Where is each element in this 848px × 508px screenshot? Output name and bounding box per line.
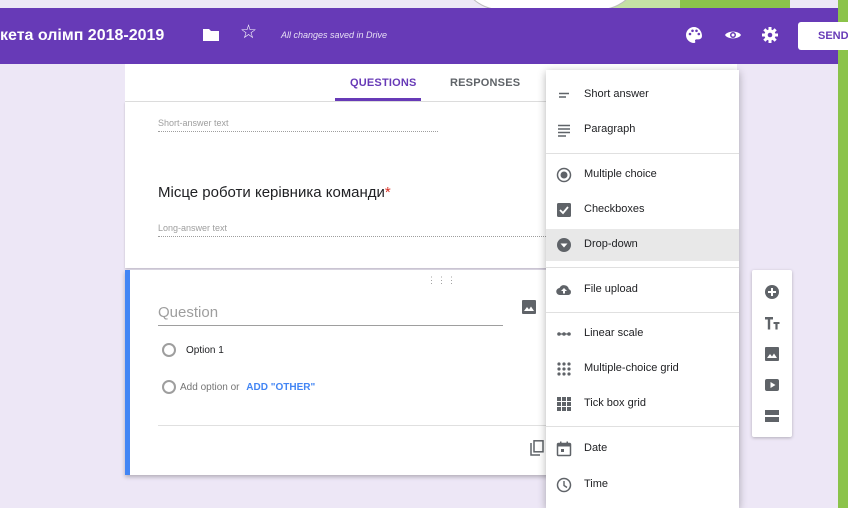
menu-divider	[546, 312, 739, 313]
star-icon[interactable]: ☆	[240, 23, 257, 43]
app-header: кета олімп 2018-2019 ☆ All changes saved…	[0, 8, 848, 64]
menu-divider	[546, 153, 739, 154]
option-1-label[interactable]: Option 1	[186, 345, 224, 356]
menu-item-short-answer[interactable]: Short answer	[546, 79, 739, 111]
menu-item-label: Short answer	[584, 88, 649, 100]
menu-item-label: Tick box grid	[584, 397, 646, 409]
menu-item-file-upload[interactable]: File upload	[546, 274, 739, 306]
add-title-icon[interactable]	[764, 315, 780, 331]
calendar-icon	[556, 441, 572, 457]
add-option-radio	[162, 380, 176, 394]
menu-item-date[interactable]: Date	[546, 433, 739, 465]
dropdown-icon	[557, 238, 571, 252]
dot-grid-icon	[557, 362, 571, 376]
checkbox-icon	[557, 203, 571, 217]
paragraph-icon	[558, 124, 570, 137]
or-text: or	[230, 382, 240, 393]
required-mark: *	[384, 184, 391, 201]
menu-item-label: Multiple choice	[584, 168, 657, 180]
send-button[interactable]: SEND	[798, 22, 848, 50]
active-tab-indicator	[335, 98, 421, 101]
add-section-icon[interactable]	[764, 408, 780, 424]
question-input[interactable]: Question	[158, 304, 503, 326]
clock-icon	[556, 477, 572, 493]
long-answer-hint: Long-answer text	[158, 223, 558, 237]
menu-item-label: Checkboxes	[584, 203, 645, 215]
option-radio	[162, 343, 176, 357]
menu-item-time[interactable]: Time	[546, 469, 739, 501]
duplicate-icon[interactable]	[530, 440, 544, 456]
question-title[interactable]: Місце роботи керівника команди*	[158, 184, 391, 201]
short-answer-icon	[559, 92, 569, 98]
add-option-row: Add option or ADD "OTHER"	[180, 382, 315, 393]
menu-item-checkboxes[interactable]: Checkboxes	[546, 194, 739, 226]
radio-icon	[556, 167, 572, 183]
menu-item-paragraph[interactable]: Paragraph	[546, 114, 739, 146]
form-title[interactable]: кета олімп 2018-2019	[0, 27, 164, 45]
add-video-icon[interactable]	[764, 377, 780, 393]
menu-item-label: Multiple-choice grid	[584, 362, 679, 374]
short-answer-hint: Short-answer text	[158, 118, 438, 132]
tab-questions[interactable]: QUESTIONS	[350, 77, 417, 89]
menu-divider	[546, 267, 739, 268]
question-title-text: Місце роботи керівника команди	[158, 184, 385, 201]
linear-scale-icon	[557, 332, 571, 336]
add-image-icon[interactable]	[764, 346, 780, 362]
menu-item-linear-scale[interactable]: Linear scale	[546, 318, 739, 350]
add-question-icon[interactable]	[764, 284, 780, 300]
menu-item-label: Date	[584, 442, 608, 454]
settings-gear-icon[interactable]	[761, 26, 779, 44]
add-other-link[interactable]: ADD "OTHER"	[246, 382, 315, 393]
menu-item-multiple-choice-grid[interactable]: Multiple-choice grid	[546, 353, 739, 385]
save-status: All changes saved in Drive	[281, 30, 388, 40]
tab-responses[interactable]: RESPONSES	[450, 77, 520, 89]
menu-item-label: Linear scale	[584, 327, 644, 339]
question-type-menu: Short answer Paragraph Multiple choice C…	[546, 70, 739, 508]
cloud-upload-icon	[556, 285, 571, 296]
menu-divider	[546, 426, 739, 427]
menu-item-multiple-choice[interactable]: Multiple choice	[546, 159, 739, 191]
menu-item-label: Paragraph	[584, 123, 636, 135]
decorative-strip	[838, 0, 848, 508]
menu-item-label: Time	[584, 478, 609, 490]
menu-item-drop-down[interactable]: Drop-down	[546, 229, 739, 261]
menu-item-tick-box-grid[interactable]: Tick box grid	[546, 388, 739, 420]
menu-item-label: File upload	[584, 283, 638, 295]
box-grid-icon	[557, 397, 571, 411]
question-toolbar	[752, 270, 792, 437]
add-option-link[interactable]: Add option	[180, 382, 228, 393]
drag-handle[interactable]: ⋮⋮⋮	[427, 275, 457, 286]
menu-item-label: Drop-down	[584, 238, 638, 250]
palette-icon[interactable]	[685, 26, 703, 44]
add-image-icon[interactable]	[522, 300, 536, 314]
preview-eye-icon[interactable]	[724, 26, 742, 44]
folder-icon[interactable]	[203, 28, 219, 41]
